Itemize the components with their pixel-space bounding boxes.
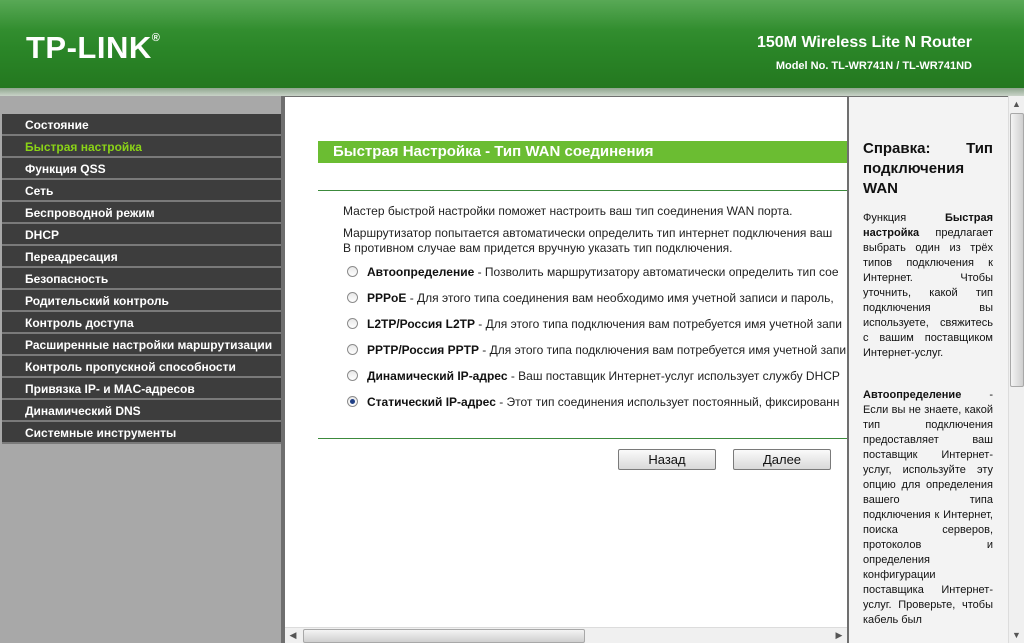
sidebar-item[interactable]: Системные инструменты [2,422,281,444]
sidebar-item[interactable]: Беспроводной режим [2,202,281,224]
wan-option-name: PPPoE [367,291,407,305]
sidebar-item[interactable]: Контроль доступа [2,312,281,334]
sidebar-item[interactable]: Состояние [2,114,281,136]
wan-option-row[interactable]: PPTP/Россия PPTP - Для этого типа подклю… [347,343,846,357]
bottom-divider [318,438,847,439]
logo-text: TP-LINK [26,30,152,65]
sidebar-nav-list: Состояние Быстрая настройка Функция QSS Сет… [0,114,285,444]
intro-text-2b: В противном случае вам придется вручную … [343,241,733,255]
wan-option-row[interactable]: Автоопределение - Позволить маршрутизато… [347,265,839,279]
wan-option-name: PPTP/Россия PPTP [367,343,479,357]
main-content: Быстрая Настройка - Тип WAN соединения М… [285,96,847,644]
radio-button[interactable] [347,370,358,382]
radio-button[interactable] [347,292,358,304]
vertical-scroll-thumb[interactable] [1010,113,1024,387]
help-p2-bold: Автоопределение [863,389,962,401]
wan-option-description: - Позволить маршрутизатору автоматически… [474,265,839,279]
horizontal-scroll-thumb[interactable] [303,629,585,643]
registered-mark: ® [151,32,161,44]
product-name: 150M Wireless Lite N Router [756,34,972,51]
sidebar-item[interactable]: Контроль пропускной способности [2,356,281,378]
vertical-scrollbar[interactable]: ▲ ▼ [1008,96,1024,643]
tp-link-logo: TP-LINK® [26,30,160,66]
sidebar-item[interactable]: Сеть [2,180,281,202]
wan-option-row[interactable]: Статический IP-адрес - Этот тип соединен… [347,395,840,409]
radio-button[interactable] [347,318,358,330]
help-p1-pre: Функция [863,212,945,224]
wan-option-row[interactable]: Динамический IP-адрес - Ваш поставщик Ин… [347,369,840,383]
scroll-down-icon[interactable]: ▼ [1009,627,1024,643]
model-number: Model No. TL-WR741N / TL-WR741ND [775,60,972,72]
sidebar-item[interactable]: Расширенные настройки маршрутизации [2,334,281,356]
sidebar-item[interactable]: Привязка IP- и MAC-адресов [2,378,281,400]
next-button[interactable]: Далее [733,449,831,470]
help-p2-post: - Если вы не знаете, какой тип подключен… [863,389,993,626]
wan-option-description: - Ваш поставщик Интернет-услуг используе… [507,369,840,383]
sidebar-top-spacer [0,96,285,114]
wan-option-description: - Этот тип соединения использует постоян… [495,395,840,409]
intro-text-2a: Маршрутизатор попытается автоматически о… [343,226,833,240]
wan-option-name: Динамический IP-адрес [367,369,508,383]
wan-option-row[interactable]: L2TP/Россия L2TP - Для этого типа подклю… [347,317,842,331]
header-divider-strip [0,88,1024,96]
sidebar-item[interactable]: Родительский контроль [2,290,281,312]
scroll-left-icon[interactable]: ◀ [285,628,301,643]
sidebar-item[interactable]: DHCP [2,224,281,246]
help-panel: Справка: Тип подключения WAN Функция Быс… [847,96,1008,643]
wan-option-name: L2TP/Россия L2TP [367,317,475,331]
wan-option-description: - Для этого типа соединения вам необходи… [406,291,834,305]
page-title: Быстрая Настройка - Тип WAN соединения [318,141,847,163]
help-paragraph-1: Функция Быстрая настройка предлагает выб… [863,211,993,361]
wan-option-description: - Для этого типа подключения вам потребу… [474,317,843,331]
horizontal-scrollbar[interactable]: ◀ ▶ [285,627,847,643]
scroll-up-icon[interactable]: ▲ [1009,96,1024,112]
sidebar-item[interactable]: Безопасность [2,268,281,290]
radio-button[interactable] [347,266,358,278]
radio-button[interactable] [347,344,358,356]
scroll-right-icon[interactable]: ▶ [831,628,847,643]
sidebar-item[interactable]: Функция QSS [2,158,281,180]
radio-button[interactable] [347,396,358,408]
intro-text-1: Мастер быстрой настройки поможет настрои… [343,204,793,218]
wan-option-name: Статический IP-адрес [367,395,496,409]
sidebar-menu: Состояние Быстрая настройка Функция QSS Сет… [0,96,285,643]
wan-option-description: - Для этого типа подключения вам потребу… [478,343,847,357]
sidebar-item[interactable]: Динамический DNS [2,400,281,422]
sidebar-item[interactable]: Переадресация [2,246,281,268]
sidebar-item[interactable]: Быстрая настройка [2,136,281,158]
back-button[interactable]: Назад [618,449,716,470]
help-title: Справка: Тип подключения WAN [863,140,993,197]
help-p1-post: предлагает выбрать один из трёх типов по… [863,227,993,359]
help-paragraph-2: Автоопределение - Если вы не знаете, как… [863,388,993,628]
top-divider [318,190,847,191]
wan-option-row[interactable]: PPPoE - Для этого типа соединения вам не… [347,291,834,305]
header-banner: TP-LINK® 150M Wireless Lite N Router Mod… [0,0,1024,88]
wan-option-name: Автоопределение [367,265,475,279]
